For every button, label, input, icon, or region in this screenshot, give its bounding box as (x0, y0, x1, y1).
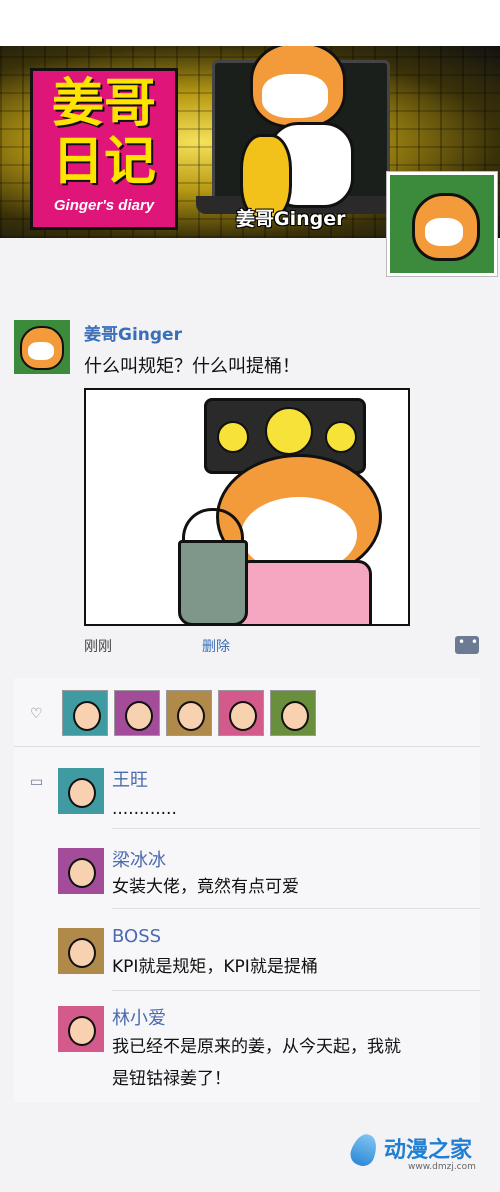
profile-avatar[interactable] (386, 171, 498, 277)
more-options-button[interactable] (455, 635, 479, 654)
bucket-illustration (178, 540, 248, 624)
face-icon (229, 701, 257, 731)
watermark-url: www.dmzj.com (408, 1162, 476, 1172)
cat-avatar-icon (412, 193, 480, 261)
like-avatar[interactable] (218, 690, 264, 736)
comment-author[interactable]: 林小爱 (112, 1004, 166, 1030)
drop-logo-icon (347, 1130, 381, 1170)
comment-icon: ▭ (30, 774, 44, 790)
face-icon (68, 938, 96, 968)
comment-avatar[interactable] (58, 768, 104, 814)
like-avatar[interactable] (166, 690, 212, 736)
post-text: 什么叫规矩？什么叫提桶！ (84, 356, 300, 377)
comment-text-line1: 我已经不是原来的姜，从今天起，我就 (112, 1037, 401, 1057)
comment-text: KPI就是规矩，KPI就是提桶 (112, 957, 318, 977)
pink-dress-illustration (236, 560, 372, 624)
top-strip (0, 0, 500, 46)
comment-text: 女装大佬，竟然有点可爱 (112, 877, 299, 897)
post-image[interactable] (84, 388, 410, 626)
face-icon (68, 858, 96, 888)
post-author-name[interactable]: 姜哥Ginger (84, 320, 182, 345)
face-icon (125, 701, 153, 731)
hat-flower-icon (325, 421, 357, 453)
comment-divider (112, 990, 480, 991)
comment-author[interactable]: 梁冰冰 (112, 846, 166, 872)
comment-text: ............ (112, 799, 177, 819)
logo-title-line1: 姜哥 (51, 74, 156, 134)
face-icon (177, 701, 205, 731)
cat-avatar-icon (20, 326, 64, 370)
diary-logo: 姜哥 日记 Ginger's diary (30, 68, 178, 230)
face-icon (68, 1016, 96, 1046)
post-timestamp: 刚刚 (84, 639, 112, 655)
face-icon (68, 778, 96, 808)
logo-title-line2: 日记 (51, 132, 156, 192)
logo-subtitle: Ginger's diary (53, 197, 155, 214)
likes-divider (14, 746, 480, 747)
heart-icon: ♡ (30, 706, 43, 722)
comment-avatar[interactable] (58, 928, 104, 974)
comment-author[interactable]: 王旺 (112, 766, 148, 792)
delete-link[interactable]: 删除 (202, 636, 230, 656)
hat-flower-icon (217, 421, 249, 453)
comment-divider (112, 908, 480, 909)
comment-avatar[interactable] (58, 1006, 104, 1052)
comment-author[interactable]: BOSS (112, 926, 161, 947)
comment-text-line2: 是钮钴禄姜了！ (112, 1069, 231, 1089)
comment-avatar[interactable] (58, 848, 104, 894)
cat-illustration-face (262, 74, 328, 118)
cover-username: 姜哥Ginger (236, 208, 346, 230)
like-avatar[interactable] (62, 690, 108, 736)
post-author-avatar[interactable] (14, 320, 70, 374)
watermark-title: 动漫之家 (384, 1138, 473, 1163)
face-icon (73, 701, 101, 731)
face-icon (281, 701, 309, 731)
hat-flower-icon (265, 407, 313, 455)
like-avatar[interactable] (270, 690, 316, 736)
like-avatar[interactable] (114, 690, 160, 736)
comment-divider (112, 828, 480, 829)
